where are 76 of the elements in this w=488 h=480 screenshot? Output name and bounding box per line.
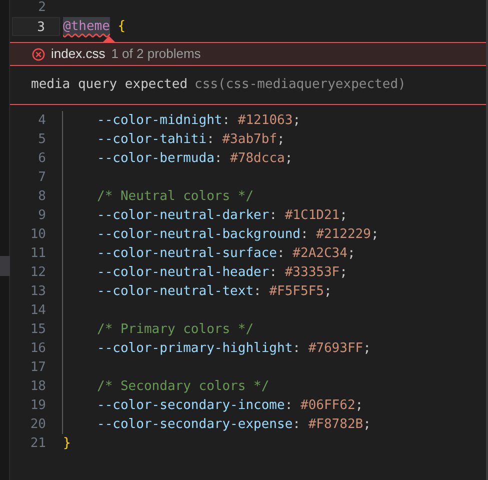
file-name: index.css <box>51 45 106 64</box>
code-comment: /* Primary colors */ <box>97 320 254 339</box>
property-value: #1C1D21 <box>284 206 340 225</box>
property-value: #212229 <box>316 226 371 244</box>
line-number: 19 <box>29 397 47 415</box>
punctuation: : <box>277 244 286 263</box>
line-number: 17 <box>29 359 47 377</box>
punctuation: ; <box>355 396 364 415</box>
property-name: --color-midnight <box>97 112 222 130</box>
error-icon <box>32 48 45 60</box>
punctuation: ; <box>324 282 332 301</box>
line-number: 15 <box>29 321 47 339</box>
code-comment: /* Secondary colors */ <box>97 378 270 396</box>
problem-source: css(css-mediaqueryexpected) <box>194 76 406 94</box>
problem-message: media query expected <box>31 76 188 94</box>
line-number: 16 <box>29 340 47 358</box>
property-value: #7693FF <box>308 340 364 358</box>
punctuation: : <box>292 340 302 358</box>
punctuation: : <box>292 416 302 434</box>
punctuation: : <box>254 282 262 301</box>
property-name: --color-neutral-surface <box>97 244 278 263</box>
punctuation: : <box>222 112 232 130</box>
line-number: 18 <box>29 378 47 396</box>
punctuation: : <box>269 264 278 282</box>
line-number: 21 <box>29 435 47 453</box>
property-value: #121063 <box>238 112 293 130</box>
scrollbar-thumb[interactable] <box>0 256 10 276</box>
line-number: 14 <box>29 302 47 320</box>
line-number: 11 <box>29 245 47 263</box>
property-value: #F8782B <box>308 416 364 434</box>
punctuation: : <box>206 130 216 149</box>
punctuation: ; <box>284 150 293 168</box>
line-number: 2 <box>37 0 47 17</box>
property-value: #78dcca <box>230 150 285 168</box>
brace: { <box>116 18 126 36</box>
property-name: --color-neutral-text <box>97 282 254 301</box>
line-number: 20 <box>29 416 47 434</box>
punctuation: : <box>284 396 294 415</box>
property-name: --color-neutral-darker <box>97 206 270 225</box>
code-comment: /* Neutral colors */ <box>97 188 254 206</box>
line-number: 7 <box>37 169 47 187</box>
line-number: 6 <box>37 150 47 168</box>
property-name: --color-secondary-income <box>97 396 285 415</box>
property-value: #2A2C34 <box>292 244 348 263</box>
property-name: --color-tahiti <box>97 130 207 149</box>
property-value: #33353F <box>284 264 340 282</box>
punctuation: ; <box>363 416 371 434</box>
at-rule-keyword: @theme <box>63 16 110 36</box>
line-number: 4 <box>37 112 47 130</box>
line-number: 8 <box>37 188 47 206</box>
line-number: 9 <box>37 207 47 225</box>
line-number: 5 <box>37 131 47 149</box>
line-number: 12 <box>29 264 47 282</box>
line-number: 3 <box>12 17 60 36</box>
problem-counter: 1 of 2 problems <box>111 45 201 64</box>
property-value: #3ab7bf <box>222 130 278 149</box>
punctuation: ; <box>277 130 285 149</box>
property-name: --color-neutral-background <box>97 226 300 244</box>
property-name: --color-neutral-header <box>97 264 270 282</box>
punctuation: ; <box>340 264 348 282</box>
brace: } <box>63 434 71 453</box>
punctuation: : <box>269 206 278 225</box>
punctuation: : <box>300 226 310 244</box>
line-number: 10 <box>29 226 47 244</box>
punctuation: ; <box>370 226 379 244</box>
property-value: #F5F5F5 <box>269 282 324 301</box>
punctuation: ; <box>340 206 348 225</box>
punctuation: ; <box>347 244 356 263</box>
property-name: --color-secondary-expense <box>97 416 293 434</box>
punctuation: ; <box>363 340 371 358</box>
property-name: --color-primary-highlight <box>97 340 293 358</box>
line-number: 13 <box>29 283 47 301</box>
property-name: --color-bermuda <box>97 150 214 168</box>
punctuation: : <box>214 150 224 168</box>
punctuation: ; <box>292 112 301 130</box>
property-value: #06FF62 <box>300 396 356 415</box>
